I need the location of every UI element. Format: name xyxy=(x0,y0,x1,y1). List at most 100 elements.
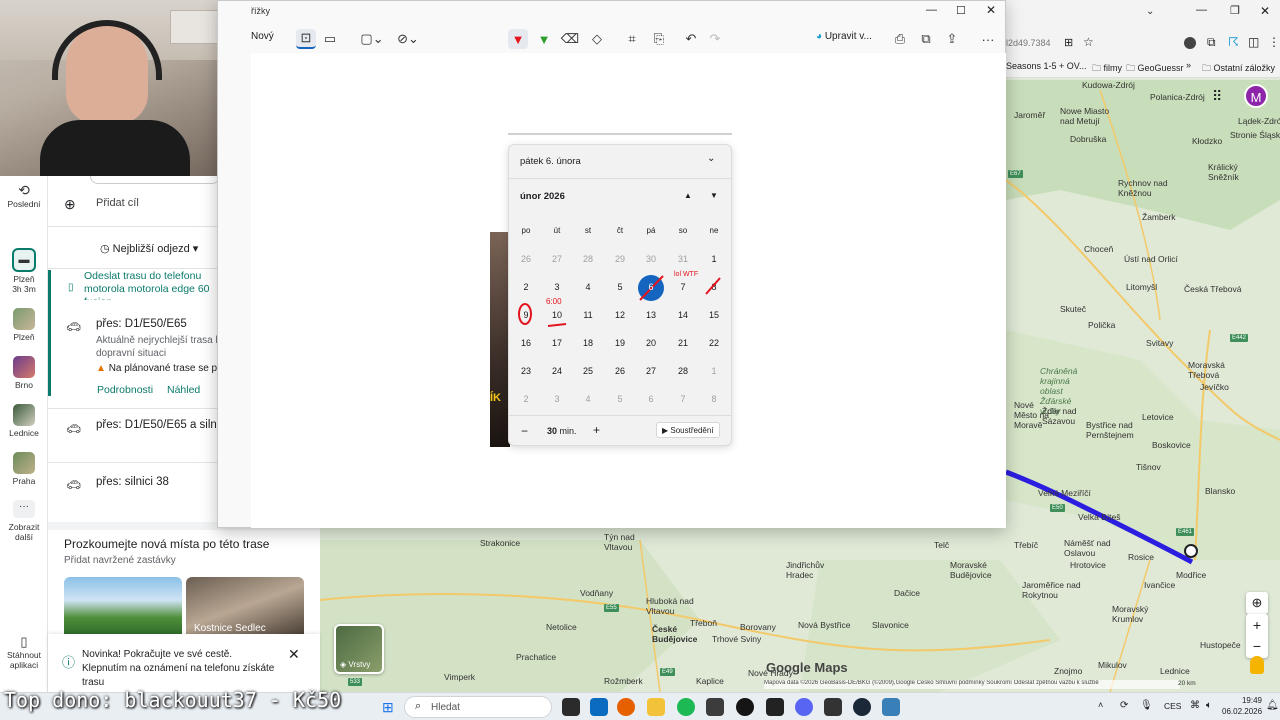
send-to-phone-link[interactable]: Odeslat trasu do telefonu motorola motor… xyxy=(84,270,224,300)
clock[interactable]: 19:49 06.02.2026 xyxy=(1222,695,1262,717)
road-number: E55 xyxy=(604,604,619,612)
extension-icon[interactable] xyxy=(1184,37,1196,49)
more-options-icon[interactable]: ··· xyxy=(978,29,998,49)
microphone-icon[interactable]: 🎙︎ xyxy=(1140,700,1153,711)
rail-item-plzen[interactable]: Plzeň xyxy=(0,308,48,342)
layers-label: Vrstvy xyxy=(348,660,371,669)
rail-item-lednice[interactable]: Lednice xyxy=(0,404,48,438)
undo-icon[interactable]: ↶ xyxy=(681,29,701,49)
bookmark-item[interactable]: Seasons 1-5 + OV... xyxy=(1006,61,1086,71)
maximize-icon[interactable]: ☐ xyxy=(956,4,966,17)
spotify-icon[interactable] xyxy=(677,698,695,716)
restore-icon[interactable]: ❐ xyxy=(1230,4,1240,17)
steam-icon[interactable] xyxy=(853,698,871,716)
timer-off-icon[interactable]: ⊘⌄ xyxy=(394,29,422,49)
chevron-down-icon[interactable]: ⌄ xyxy=(1146,6,1154,17)
scale-bar: 20 km xyxy=(1178,680,1196,687)
pegman-icon[interactable] xyxy=(1250,656,1264,674)
obs-icon[interactable] xyxy=(736,698,754,716)
file-explorer-icon[interactable] xyxy=(647,698,665,716)
taskbar-search[interactable]: ⌕ Hledat xyxy=(404,696,552,718)
route-option-3[interactable]: přes: silnici 38 xyxy=(96,476,169,488)
maps-rail: ⟲ Poslední ▬ Plzeň 3h 3m Plzeň Brno Ledn… xyxy=(0,176,48,692)
text-actions-icon[interactable]: ⎘ xyxy=(649,29,669,49)
town-label: Rychnov nad Kněžnou xyxy=(1118,178,1168,198)
menu-dots-icon[interactable]: ⋮ xyxy=(1268,35,1280,49)
volume-icon[interactable]: 🔈︎ xyxy=(1206,700,1212,711)
route-option-2[interactable]: přes: D1/E50/E65 a silnic xyxy=(96,419,220,431)
eraser-icon[interactable]: ⌫ xyxy=(560,29,580,49)
add-destination[interactable]: Přidat cíl xyxy=(96,197,139,209)
town-label: České Budějovice xyxy=(652,624,698,644)
calculator-icon[interactable] xyxy=(706,698,724,716)
zoom-in-button[interactable]: + xyxy=(1246,614,1268,636)
place-thumbnail xyxy=(13,308,35,330)
app-icon[interactable] xyxy=(824,698,842,716)
pen-red-icon[interactable]: ▼ xyxy=(508,29,528,49)
town-label: Kaplice xyxy=(696,676,724,686)
road-number: E442 xyxy=(1230,334,1249,342)
network-icon[interactable]: ⌘ xyxy=(1190,700,1200,711)
bookmark-item[interactable]: 🗀 Ostatní záložky xyxy=(1202,61,1275,77)
share-icon[interactable]: ⇪ xyxy=(942,29,962,49)
route-preview-link[interactable]: Náhled xyxy=(167,384,200,396)
avatar[interactable]: M xyxy=(1244,84,1268,108)
rail-download-app[interactable]: ▯ Stáhnout aplikaci xyxy=(0,634,48,670)
copy-icon[interactable]: ⧉ xyxy=(916,29,936,49)
edit-in-paint-button[interactable]: ◕ Upravit v... xyxy=(816,31,872,42)
split-view-icon[interactable]: ◫ xyxy=(1248,35,1259,49)
rail-item-praha[interactable]: Praha xyxy=(0,452,48,486)
rail-recent[interactable]: ⟲ Poslední xyxy=(0,182,48,209)
bookmark-item[interactable]: 🗀 filmy xyxy=(1092,61,1122,77)
url-bar[interactable]: l2d49.7384 xyxy=(1006,34,1066,52)
save-icon[interactable]: ⎙ xyxy=(890,29,910,49)
locate-me-button[interactable]: ⊕ xyxy=(1246,592,1268,614)
discord-icon[interactable] xyxy=(795,698,813,716)
firefox-icon[interactable] xyxy=(617,698,635,716)
camera-icon[interactable]: ⊡ xyxy=(296,29,316,49)
bell-icon[interactable]: 🔔︎ xyxy=(1266,700,1279,711)
puzzle-icon[interactable]: ⧉ xyxy=(1207,35,1216,50)
calendar-day[interactable]: 6 xyxy=(638,281,664,293)
zoom-out-button[interactable]: − xyxy=(1246,636,1268,658)
minimize-icon[interactable]: — xyxy=(926,4,937,16)
apps-grid-icon[interactable]: ⠿ xyxy=(1212,88,1222,105)
town-label: Jindřichův Hradec xyxy=(786,560,825,580)
snipping-tool-icon[interactable] xyxy=(590,698,608,716)
snip-mode-icon[interactable]: ▢⌄ xyxy=(358,29,386,49)
chevron-up-icon[interactable]: ˄ xyxy=(1098,700,1103,710)
route-option-1[interactable]: přes: D1/E50/E65 Aktuálně nejrychlejší t… xyxy=(96,318,220,374)
bookmark-tab-icon[interactable]: ⊞ xyxy=(1064,36,1073,49)
task-view-icon[interactable] xyxy=(562,698,580,716)
highlighter-icon[interactable]: ▼ xyxy=(534,29,554,49)
crop-icon[interactable]: ⌗ xyxy=(622,29,642,49)
suggested-stop-card[interactable]: Kostnice Sedlec xyxy=(186,577,304,635)
input-language[interactable]: CES xyxy=(1164,701,1181,711)
settings-icon[interactable] xyxy=(882,698,900,716)
app-tray-icon[interactable]: ⟳ xyxy=(1120,700,1128,711)
new-snip-button[interactable]: Nový xyxy=(251,31,274,42)
windows-start-icon[interactable]: ⊞ xyxy=(382,699,394,716)
close-icon[interactable]: ✕ xyxy=(288,646,300,663)
translate-icon[interactable]: ☈ xyxy=(1228,35,1239,49)
shapes-icon[interactable]: ◇ xyxy=(587,29,607,49)
suggested-stop-card[interactable] xyxy=(64,577,182,635)
route-details-link[interactable]: Podrobnosti xyxy=(97,384,153,396)
town-label: Borovany xyxy=(740,622,776,632)
minimize-icon[interactable]: — xyxy=(1196,4,1207,16)
video-icon[interactable]: ▭ xyxy=(320,29,340,49)
departure-dropdown[interactable]: ◷ Nejbližší odjezd ▾ xyxy=(92,238,207,260)
chevron-right-icon[interactable]: » xyxy=(1186,60,1191,70)
star-icon[interactable]: ☆ xyxy=(1083,35,1094,49)
close-icon[interactable]: ✕ xyxy=(1260,4,1270,18)
rail-item-plzen-route[interactable]: ▬ Plzeň 3h 3m xyxy=(0,248,48,294)
redo-icon[interactable]: ↷ xyxy=(705,29,725,49)
layers-button[interactable]: ◈ Vrstvy xyxy=(334,624,384,674)
rail-item-brno[interactable]: Brno xyxy=(0,356,48,390)
app-icon[interactable] xyxy=(766,698,784,716)
bookmark-item[interactable]: 🗀 GeoGuessr xyxy=(1126,61,1184,77)
rail-more[interactable]: ··· Zobrazit další xyxy=(0,500,48,542)
town-label: Tišnov xyxy=(1136,462,1161,472)
close-icon[interactable]: ✕ xyxy=(986,3,996,17)
town-label: Hrotovice xyxy=(1070,560,1106,570)
